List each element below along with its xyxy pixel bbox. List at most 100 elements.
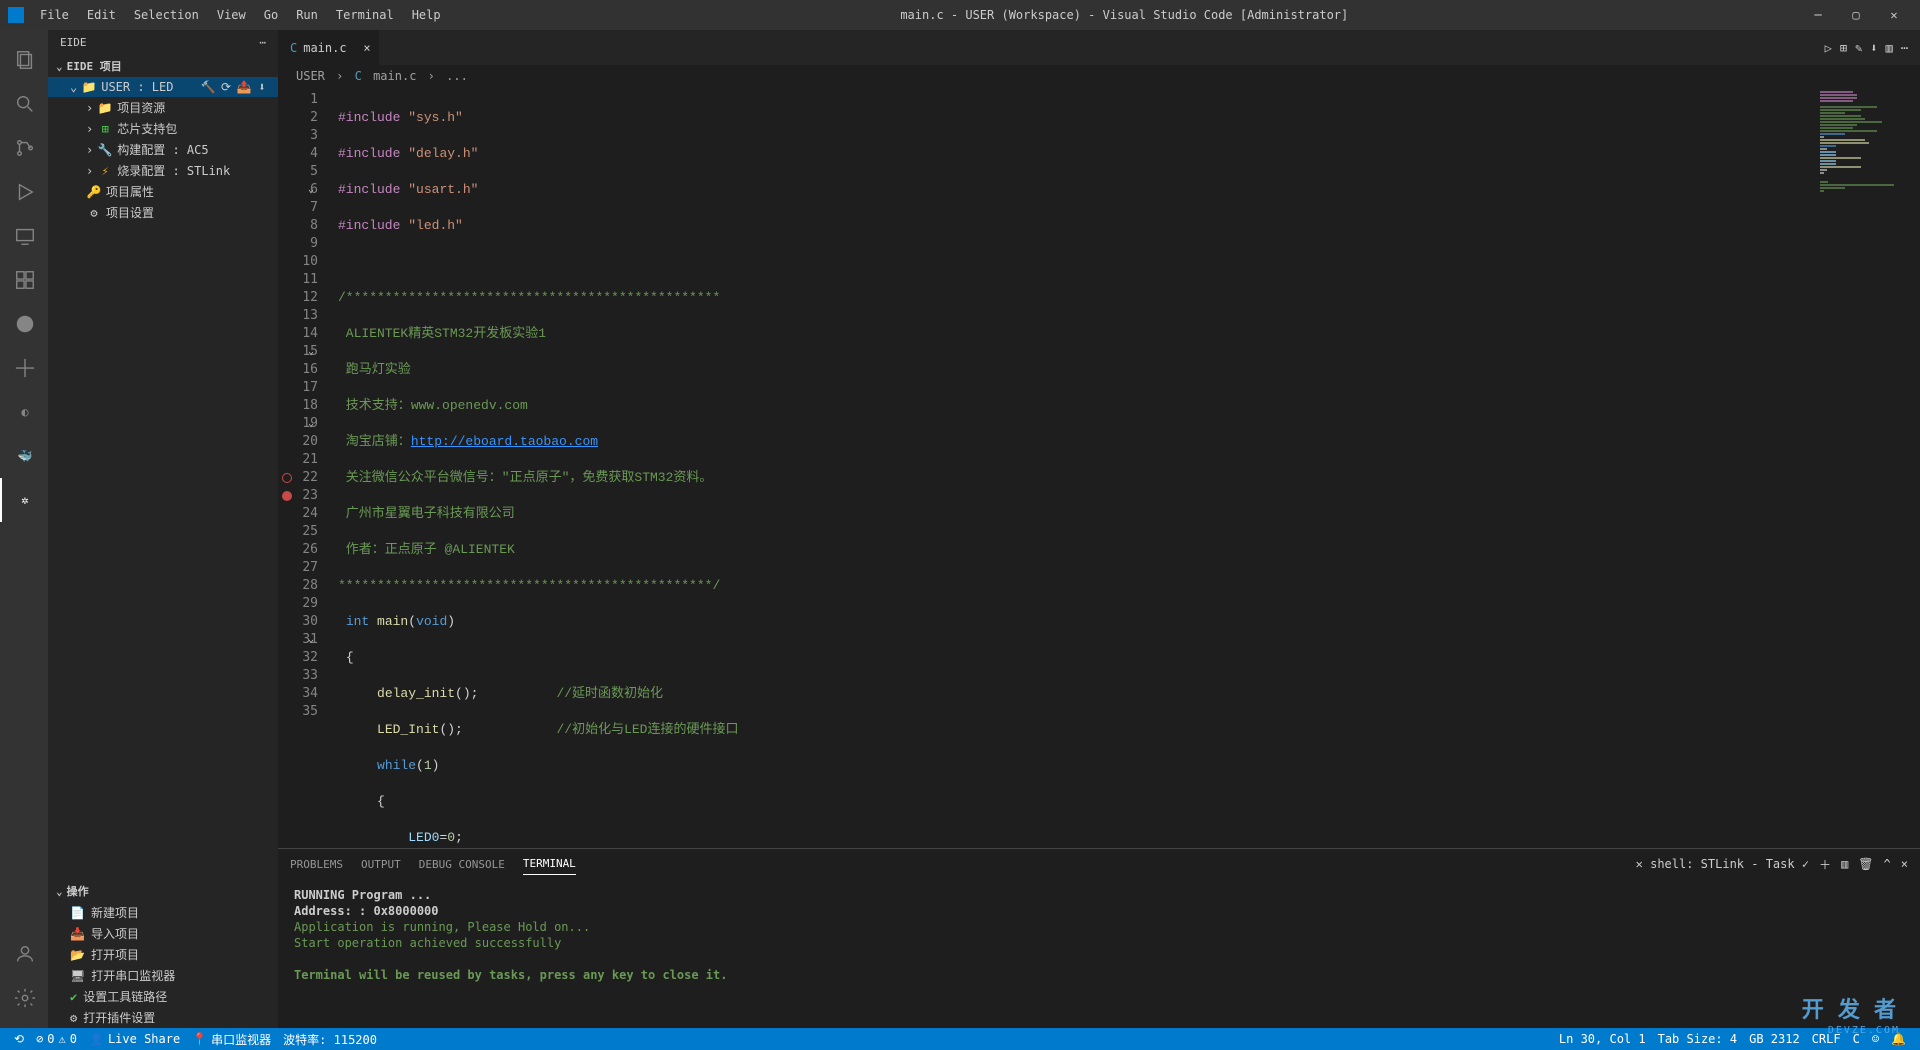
chip-icon: ⊞	[97, 121, 113, 137]
action3-icon[interactable]: ⬇	[1870, 41, 1877, 55]
action1-icon[interactable]: ⊞	[1840, 41, 1847, 55]
vscode-logo-icon	[8, 7, 24, 23]
sidebar-more-icon[interactable]: ⋯	[259, 36, 266, 49]
sidebar-section-title[interactable]: ⌄ EIDE 项目	[48, 55, 278, 77]
close-tab-icon[interactable]: ×	[363, 41, 370, 55]
op-new-project[interactable]: 📄新建项目	[48, 902, 278, 923]
maximize-panel-icon[interactable]: ^	[1884, 857, 1891, 871]
tab-main-c[interactable]: C main.c ×	[278, 30, 380, 65]
github-icon[interactable]	[0, 302, 48, 346]
shell-info[interactable]: ✕ shell: STLink - Task ✓	[1636, 857, 1809, 871]
source-control-icon[interactable]	[0, 126, 48, 170]
tree-item-props[interactable]: 🔑项目属性	[48, 181, 278, 202]
editor-area: C main.c × ▷ ⊞ ✎ ⬇ ▥ ⋯ USER › C main.c ›…	[278, 30, 1920, 1028]
remote-icon[interactable]	[0, 214, 48, 258]
extensions-icon[interactable]	[0, 258, 48, 302]
menu-terminal[interactable]: Terminal	[328, 4, 402, 26]
file-icon: 📄	[70, 906, 85, 920]
tabs-bar: C main.c × ▷ ⊞ ✎ ⬇ ▥ ⋯	[278, 30, 1920, 65]
tree-item-flash[interactable]: ›⚡烧录配置 : STLink	[48, 160, 278, 181]
close-button[interactable]: ✕	[1876, 1, 1912, 29]
status-feedback-icon[interactable]: ☺	[1866, 1032, 1885, 1046]
flash-icon[interactable]: 📤	[236, 79, 252, 95]
menu-go[interactable]: Go	[256, 4, 286, 26]
op-serial[interactable]: 🖥打开串口监视器	[48, 965, 278, 986]
maximize-button[interactable]: ▢	[1838, 1, 1874, 29]
project-root[interactable]: ⌄ 📁 USER : LED 🔨 ⟳ 📤 ⬇	[48, 77, 278, 97]
explorer-icon[interactable]	[0, 38, 48, 82]
ops-section-title[interactable]: ⌄ 操作	[48, 880, 278, 902]
chevron-right-icon: ›	[86, 164, 93, 178]
menu-edit[interactable]: Edit	[79, 4, 124, 26]
minimize-button[interactable]: ─	[1800, 1, 1836, 29]
window-controls: ─ ▢ ✕	[1800, 1, 1912, 29]
status-tab-size[interactable]: Tab Size: 4	[1652, 1032, 1743, 1046]
menu-run[interactable]: Run	[288, 4, 326, 26]
tree-item-build[interactable]: ›🔧构建配置 : AC5	[48, 139, 278, 160]
status-bell-icon[interactable]: 🔔	[1885, 1032, 1912, 1046]
status-remote[interactable]: ⟲	[8, 1032, 30, 1046]
tree-item-settings[interactable]: ⚙项目设置	[48, 202, 278, 223]
menu-view[interactable]: View	[209, 4, 254, 26]
gutter: 1 2 3 4 5 6⌄ 7 8 9 10 11 12 13 14 15⌄ 16…	[278, 87, 338, 848]
split-icon[interactable]: ▥	[1886, 41, 1893, 55]
status-encoding[interactable]: GB 2312	[1743, 1032, 1806, 1046]
run-icon[interactable]: ▷	[1825, 41, 1832, 55]
panel: PROBLEMS OUTPUT DEBUG CONSOLE TERMINAL ✕…	[278, 848, 1920, 1028]
breakpoint-icon[interactable]	[282, 491, 292, 501]
panel-tab-output[interactable]: OUTPUT	[361, 854, 401, 875]
close-panel-icon[interactable]: ×	[1901, 857, 1908, 871]
eide-icon[interactable]: ✲	[0, 478, 48, 522]
status-cursor[interactable]: Ln 30, Col 1	[1553, 1032, 1652, 1046]
search-icon[interactable]	[0, 82, 48, 126]
chevron-down-icon: ⌄	[70, 80, 77, 94]
tree-item-resources[interactable]: ›📁项目资源	[48, 97, 278, 118]
breakpoint-icon[interactable]	[282, 473, 292, 483]
activity-bar: ◐ 🐳 ✲	[0, 30, 48, 1028]
bolt-icon: ⚡	[97, 163, 113, 179]
status-eol[interactable]: CRLF	[1806, 1032, 1847, 1046]
accounts-icon[interactable]	[0, 932, 48, 976]
status-liveshare[interactable]: 👤 Live Share	[83, 1032, 186, 1046]
status-problems[interactable]: ⊘ 0 ⚠ 0	[30, 1032, 83, 1046]
sidebar-header: EIDE ⋯	[48, 30, 278, 55]
menu-bar: File Edit Selection View Go Run Terminal…	[32, 4, 449, 26]
status-baud[interactable]: 波特率: 115200	[277, 1031, 383, 1048]
run-debug-icon[interactable]	[0, 170, 48, 214]
debug-icon[interactable]: ⬇	[254, 79, 270, 95]
status-lang[interactable]: C	[1847, 1032, 1866, 1046]
action2-icon[interactable]: ✎	[1855, 41, 1862, 55]
op-plugin-settings[interactable]: ⚙打开插件设置	[48, 1007, 278, 1028]
status-bar: ⟲ ⊘ 0 ⚠ 0 👤 Live Share 📍 串口监视器 波特率: 1152…	[0, 1028, 1920, 1050]
panel-tab-problems[interactable]: PROBLEMS	[290, 854, 343, 875]
panel-tabs: PROBLEMS OUTPUT DEBUG CONSOLE TERMINAL ✕…	[278, 849, 1920, 879]
docker-icon[interactable]: 🐳	[0, 434, 48, 478]
more-actions-icon[interactable]: ⋯	[1901, 41, 1908, 55]
op-import[interactable]: 📥导入项目	[48, 923, 278, 944]
code-content[interactable]: #include "sys.h" #include "delay.h" #inc…	[338, 87, 1920, 848]
breadcrumb[interactable]: USER › C main.c › ...	[278, 65, 1920, 87]
panel-tab-terminal[interactable]: TERMINAL	[523, 853, 576, 875]
menu-file[interactable]: File	[32, 4, 77, 26]
panel-tab-debug[interactable]: DEBUG CONSOLE	[419, 854, 505, 875]
build-icon[interactable]: 🔨	[200, 79, 216, 95]
import-icon: 📥	[70, 927, 85, 941]
status-serial[interactable]: 📍 串口监视器	[186, 1031, 277, 1048]
minimap[interactable]	[1816, 87, 1906, 848]
clean-icon[interactable]: ⟳	[218, 79, 234, 95]
ext2-icon[interactable]: ◐	[0, 390, 48, 434]
ext1-icon[interactable]	[0, 346, 48, 390]
settings-gear-icon[interactable]	[0, 976, 48, 1020]
new-terminal-icon[interactable]: ＋	[1819, 856, 1831, 873]
op-toolchain[interactable]: ✔设置工具链路径	[48, 986, 278, 1007]
tree-item-chip[interactable]: ›⊞芯片支持包	[48, 118, 278, 139]
terminal-content[interactable]: RUNNING Program ... Address: : 0x8000000…	[278, 879, 1920, 1028]
menu-help[interactable]: Help	[404, 4, 449, 26]
menu-selection[interactable]: Selection	[126, 4, 207, 26]
op-open[interactable]: 📂打开项目	[48, 944, 278, 965]
split-terminal-icon[interactable]: ▥	[1841, 857, 1848, 871]
gear-icon: ⚙	[86, 205, 102, 221]
code-area[interactable]: 1 2 3 4 5 6⌄ 7 8 9 10 11 12 13 14 15⌄ 16…	[278, 87, 1920, 848]
check-icon: ✔	[70, 990, 77, 1004]
trash-icon[interactable]: 🗑	[1858, 857, 1873, 871]
